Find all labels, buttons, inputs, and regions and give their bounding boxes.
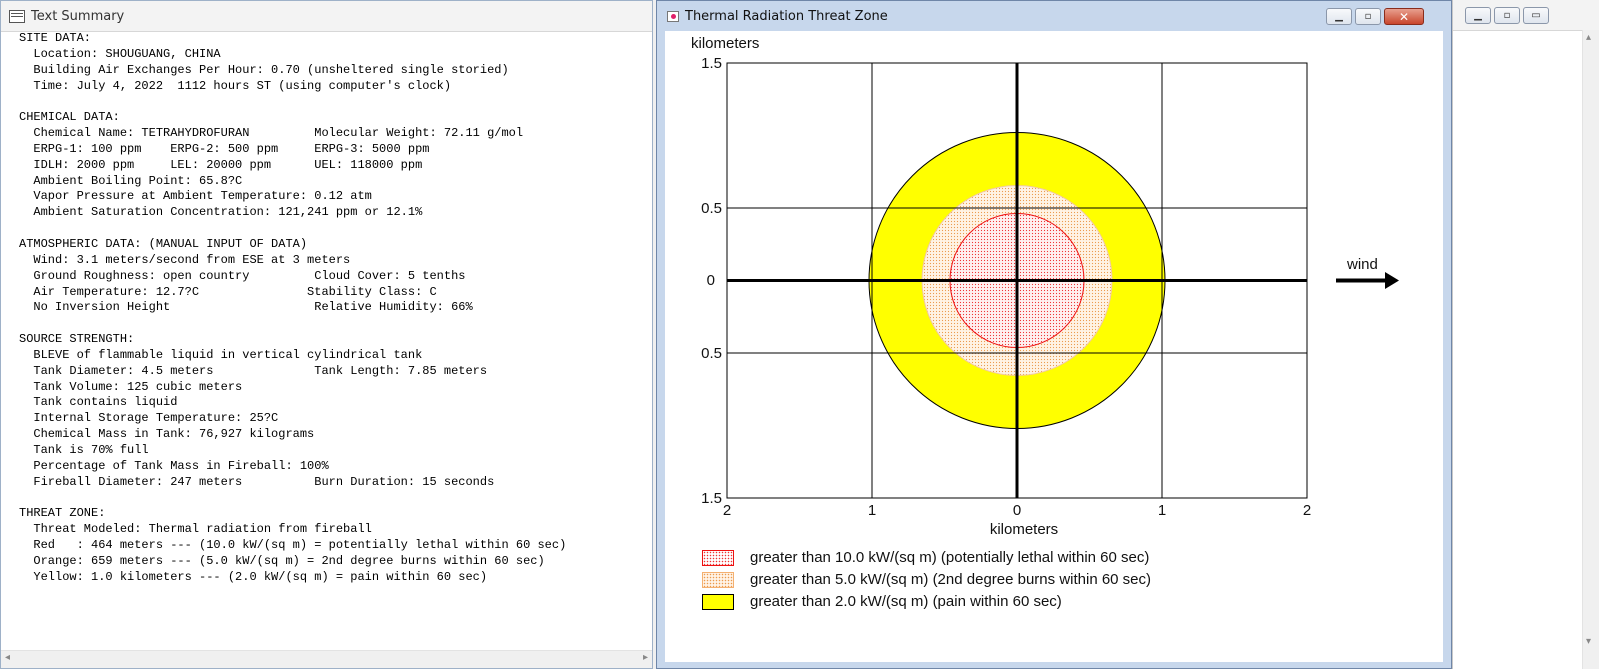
maximize-button[interactable]: ▫ — [1355, 8, 1381, 25]
legend-row-yellow: greater than 2.0 kW/(sq m) (pain within … — [702, 593, 1062, 610]
maximize-button[interactable]: ▫ — [1494, 7, 1520, 24]
x-tick-label: 0 — [1013, 502, 1021, 519]
summary-line: Ambient Boiling Point: 65.8?C — [19, 173, 243, 188]
summary-line: Orange: 659 meters --- (5.0 kW/(sq m) = … — [19, 553, 545, 568]
threat-zone-plot: kilometers 1.5 0.5 0 0.5 1.5 2 1 0 1 2 k… — [691, 35, 1399, 538]
maximize-icon: ▫ — [1503, 10, 1511, 21]
summary-line: Ambient Saturation Concentration: 121,24… — [19, 205, 423, 220]
summary-line: Red : 464 meters --- (10.0 kW/(sq m) = p… — [19, 538, 567, 552]
summary-line: Wind: 3.1 meters/second from ESE at 3 me… — [19, 252, 351, 267]
y-unit-label: kilometers — [691, 35, 759, 52]
y-tick-label: 0.5 — [701, 200, 722, 217]
legend-row-orange: greater than 5.0 kW/(sq m) (2nd degree b… — [702, 571, 1151, 588]
summary-line: Internal Storage Temperature: 25?C — [19, 411, 279, 426]
summary-line: Air Temperature: 12.7?C Stability Class:… — [19, 284, 437, 299]
x-unit-label: kilometers — [990, 521, 1058, 538]
summary-text: SITE DATA: Location: SHOUGUANG, CHINA Bu… — [19, 31, 566, 586]
text-summary-titlebar[interactable]: Text Summary — [1, 1, 652, 32]
summary-line: Threat Modeled: Thermal radiation from f… — [19, 522, 372, 537]
legend-row-red: greater than 10.0 kW/(sq m) (potentially… — [702, 549, 1149, 566]
summary-line: ATMOSPHERIC DATA: (MANUAL INPUT OF DATA) — [19, 236, 308, 251]
x-tick-label: 2 — [723, 502, 731, 519]
summary-line: No Inversion Height Relative Humidity: 6… — [19, 300, 473, 315]
summary-line: SOURCE STRENGTH: — [19, 332, 135, 347]
background-window: ▁ ▫ ▭ ▴ ▾ — [1452, 0, 1599, 669]
wind-arrow-icon — [1336, 272, 1399, 289]
legend-text: greater than 5.0 kW/(sq m) (2nd degree b… — [750, 571, 1152, 588]
summary-line: CHEMICAL DATA: — [19, 110, 120, 125]
scroll-up-icon[interactable]: ▴ — [1586, 32, 1591, 43]
summary-line: Chemical Name: TETRAHYDROFURAN Molecular… — [19, 126, 524, 141]
summary-line: Ground Roughness: open country Cloud Cov… — [19, 268, 466, 283]
x-tick-label: 2 — [1303, 502, 1311, 519]
summary-line: BLEVE of flammable liquid in vertical cy… — [19, 347, 423, 362]
summary-line: Fireball Diameter: 247 meters Burn Durat… — [19, 474, 495, 489]
summary-line: Location: SHOUGUANG, CHINA — [19, 46, 221, 61]
threat-zone-client: kilometers 1.5 0.5 0 0.5 1.5 2 1 0 1 2 k… — [665, 31, 1443, 662]
threat-zone-titlebar[interactable]: Thermal Radiation Threat Zone ▁ ▫ ✕ — [657, 1, 1451, 31]
text-summary-body[interactable]: SITE DATA: Location: SHOUGUANG, CHINA Bu… — [1, 31, 652, 645]
legend-swatch-yellow — [702, 593, 734, 610]
y-tick-label: 0 — [707, 272, 715, 289]
summary-line: IDLH: 2000 ppm LEL: 20000 ppm UEL: 11800… — [19, 157, 423, 172]
scroll-down-icon[interactable]: ▾ — [1586, 636, 1591, 647]
wind-label: wind — [1346, 256, 1378, 273]
scroll-right-icon[interactable]: ▸ — [643, 652, 648, 663]
summary-line: Building Air Exchanges Per Hour: 0.70 (u… — [19, 62, 509, 77]
summary-line: Vapor Pressure at Ambient Temperature: 0… — [19, 189, 372, 204]
background-window-titlebar[interactable]: ▁ ▫ ▭ — [1453, 0, 1599, 31]
summary-line: SITE DATA: — [19, 31, 92, 45]
horizontal-scrollbar[interactable]: ◂ ▸ — [1, 650, 652, 668]
text-summary-title: Text Summary — [31, 8, 125, 24]
y-tick-label: 0.5 — [701, 345, 722, 362]
threat-zone-title: Thermal Radiation Threat Zone — [685, 8, 888, 24]
maximize-icon: ▫ — [1364, 11, 1372, 22]
threat-zone-window: Thermal Radiation Threat Zone ▁ ▫ ✕ kilo… — [656, 0, 1452, 669]
vertical-scrollbar[interactable]: ▴ ▾ — [1582, 30, 1599, 669]
y-tick-label: 1.5 — [701, 490, 722, 507]
legend-swatch-orange — [702, 571, 734, 588]
minimize-icon: ▁ — [1335, 11, 1343, 22]
summary-line: ERPG-1: 100 ppm ERPG-2: 500 ppm ERPG-3: … — [19, 141, 430, 156]
app-icon — [667, 10, 679, 22]
minimize-icon: ▁ — [1474, 10, 1482, 21]
summary-line: Tank Volume: 125 cubic meters — [19, 379, 243, 394]
summary-line: Percentage of Tank Mass in Fireball: 100… — [19, 458, 329, 473]
document-icon — [9, 9, 25, 23]
restore-button[interactable]: ▭ — [1523, 7, 1549, 24]
summary-line: Time: July 4, 2022 1112 hours ST (using … — [19, 78, 452, 93]
text-summary-window: Text Summary SITE DATA: Location: SHOUGU… — [0, 0, 653, 669]
minimize-button[interactable]: ▁ — [1465, 7, 1491, 24]
restore-icon: ▭ — [1531, 10, 1541, 21]
close-button[interactable]: ✕ — [1384, 8, 1424, 25]
legend-text: greater than 10.0 kW/(sq m) (potentially… — [750, 549, 1150, 566]
summary-line: Tank contains liquid — [19, 395, 178, 410]
y-tick-label: 1.5 — [701, 55, 722, 72]
summary-line: THREAT ZONE: — [19, 506, 106, 521]
close-icon: ✕ — [1398, 9, 1410, 24]
summary-line: Tank Diameter: 4.5 meters Tank Length: 7… — [19, 363, 488, 378]
legend-text: greater than 2.0 kW/(sq m) (pain within … — [750, 593, 1062, 610]
summary-line: Yellow: 1.0 kilometers --- (2.0 kW/(sq m… — [19, 569, 488, 584]
summary-line: Chemical Mass in Tank: 76,927 kilograms — [19, 427, 315, 442]
x-tick-label: 1 — [868, 502, 876, 519]
scroll-left-icon[interactable]: ◂ — [5, 652, 10, 663]
x-tick-label: 1 — [1158, 502, 1166, 519]
summary-line: Tank is 70% full — [19, 442, 149, 457]
minimize-button[interactable]: ▁ — [1326, 8, 1352, 25]
legend-swatch-red — [702, 549, 734, 566]
